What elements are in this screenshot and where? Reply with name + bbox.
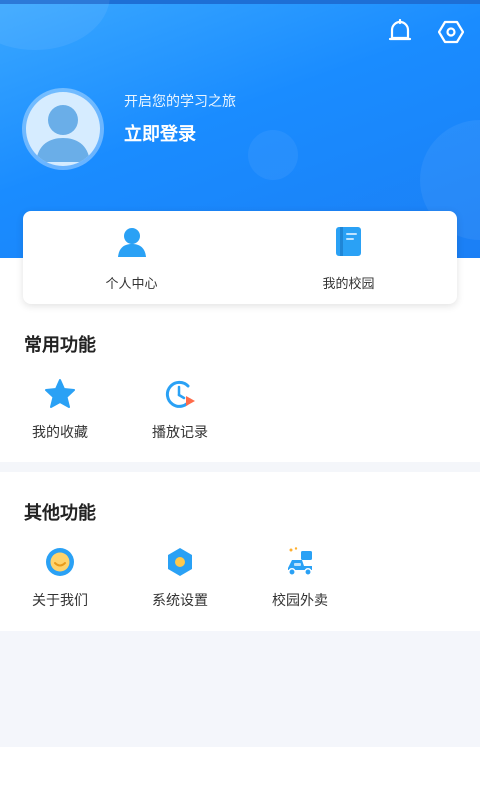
decor-bubble	[0, 0, 110, 50]
function-label: 我的收藏	[32, 425, 88, 441]
play-history-button[interactable]: 播放记录	[135, 378, 225, 448]
my-campus-button[interactable]: 我的校园	[240, 211, 457, 304]
avatar-placeholder-icon	[26, 92, 100, 166]
section-divider	[0, 462, 480, 472]
bell-icon[interactable]	[386, 18, 414, 46]
card-item-label: 我的校园	[322, 277, 375, 292]
avatar[interactable]	[22, 88, 104, 170]
about-us-button[interactable]: 关于我们	[15, 546, 105, 616]
personal-center-button[interactable]: 个人中心	[23, 211, 240, 304]
settings-icon	[164, 546, 196, 578]
settings-hexagon-icon[interactable]	[437, 18, 465, 46]
login-link[interactable]: 立即登录	[124, 120, 196, 146]
campus-takeout-button[interactable]: 校园外卖	[255, 546, 345, 616]
delivery-scooter-icon	[284, 546, 316, 578]
function-label: 系统设置	[152, 593, 208, 609]
function-label: 播放记录	[152, 425, 208, 441]
header-subtitle: 开启您的学习之旅	[124, 94, 236, 110]
book-icon	[332, 225, 366, 259]
common-functions-title: 常用功能	[24, 335, 96, 356]
star-icon	[44, 378, 76, 410]
decor-bubble	[248, 130, 298, 180]
favorites-button[interactable]: 我的收藏	[15, 378, 105, 448]
function-label: 关于我们	[32, 593, 88, 609]
person-icon	[115, 225, 149, 259]
quick-access-card: 个人中心 我的校园	[23, 211, 457, 304]
system-settings-button[interactable]: 系统设置	[135, 546, 225, 616]
card-item-label: 个人中心	[105, 277, 158, 292]
other-functions-title: 其他功能	[24, 503, 96, 524]
function-label: 校园外卖	[272, 593, 328, 609]
smile-icon	[44, 546, 76, 578]
play-history-icon	[164, 378, 196, 410]
bottom-background	[0, 631, 480, 747]
